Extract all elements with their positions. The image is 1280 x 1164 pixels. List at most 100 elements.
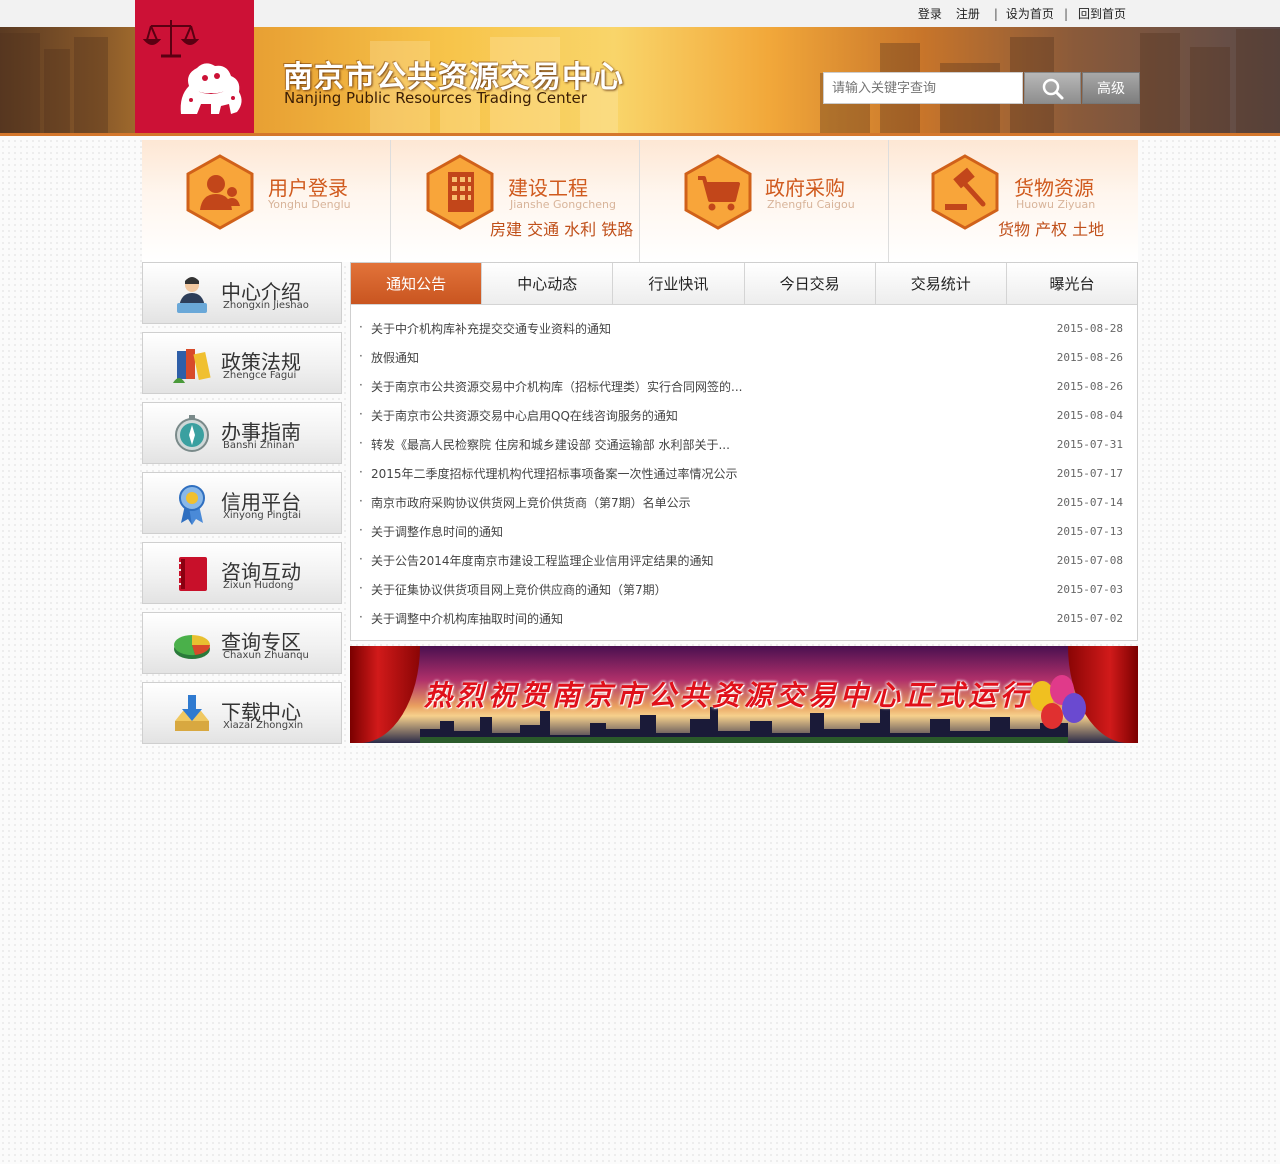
category-pinyin: Yonghu Denglu — [268, 198, 351, 211]
banner-slogan: 热烈祝贺南京市公共资源交易中心正式运行！ — [423, 679, 1064, 712]
category-title: 政府采购 — [765, 176, 845, 200]
news-date: 2015-07-17 — [1056, 467, 1123, 480]
back-home-link[interactable]: 回到首页 — [1078, 5, 1126, 22]
news-title-link[interactable]: 关于调整中介机构库抽取时间的通知 — [371, 610, 563, 627]
news-list: · 关于中介机构库补充提交交通专业资料的通知 2015-08-28 · 放假通知 201… — [351, 316, 1137, 635]
notebook-icon — [177, 557, 207, 591]
news-title-link[interactable]: 关于调整作息时间的通知 — [371, 523, 503, 540]
news-title-link[interactable]: 转发《最高人民检察院 住房和城乡建设部 交通运输部 水利部关于... — [371, 436, 730, 453]
sidebar-item-center-intro[interactable]: 中心介绍 Zhongxin Jieshao — [142, 262, 342, 324]
tab-exposure[interactable]: 曝光台 — [1007, 263, 1137, 304]
news-date: 2015-07-14 — [1056, 496, 1123, 509]
medal-icon — [179, 485, 205, 525]
news-date: 2015-08-26 — [1056, 351, 1123, 364]
category-title: 建设工程 — [508, 176, 588, 200]
list-item: · 关于南京市公共资源交易中介机构库（招标代理类）实行合同网签的... 2015-0… — [351, 374, 1137, 403]
balloons-icon — [1030, 675, 1086, 729]
category-title: 货物资源 — [1014, 176, 1094, 200]
news-date: 2015-07-03 — [1056, 583, 1123, 596]
bullet: · — [359, 523, 363, 537]
lion-emblem-icon — [180, 63, 242, 114]
search-input[interactable] — [823, 72, 1023, 104]
news-date: 2015-07-31 — [1056, 438, 1123, 451]
category-pinyin: Jianshe Gongcheng — [510, 198, 616, 211]
top-divider: | — [993, 6, 998, 21]
list-item: · 放假通知 2015-08-26 — [351, 345, 1137, 374]
set-home-link[interactable]: 设为首页 — [1006, 5, 1054, 22]
sidebar-item-pinyin: Chaxun Zhuanqu — [223, 650, 309, 661]
sidebar-item-pinyin: Zhengce Fagui — [223, 370, 297, 381]
register-link[interactable]: 注册 — [956, 5, 980, 22]
list-item: · 关于公告2014年度南京市建设工程监理企业信用评定结果的通知 2015-07-0… — [351, 548, 1137, 577]
bullet: · — [359, 378, 363, 392]
news-title-link[interactable]: 关于中介机构库补充提交交通专业资料的通知 — [371, 320, 611, 337]
tab-trade-stats[interactable]: 交易统计 — [876, 263, 1007, 304]
search-icon — [1042, 78, 1064, 100]
login-link[interactable]: 登录 — [918, 5, 942, 22]
search-button[interactable] — [1024, 72, 1081, 104]
bullet: · — [359, 436, 363, 450]
category-goods-resources[interactable]: 货物资源 Huowu Ziyuan 货物 产权 土地 — [889, 140, 1138, 262]
category-subitems: 房建 交通 水利 铁路 — [490, 220, 634, 239]
news-date: 2015-07-08 — [1056, 554, 1123, 567]
news-date: 2015-08-28 — [1056, 322, 1123, 335]
top-divider: | — [1063, 6, 1068, 21]
sidebar-item-guide[interactable]: 办事指南 Banshi Zhinan — [142, 402, 342, 464]
news-title-link[interactable]: 关于南京市公共资源交易中介机构库（招标代理类）实行合同网签的... — [371, 378, 742, 395]
sidebar-item-pinyin: Xiazai Zhongxin — [223, 720, 304, 731]
tab-center-news[interactable]: 中心动态 — [482, 263, 614, 304]
pie-chart-icon — [173, 635, 211, 659]
list-item: · 关于征集协议供货项目网上竞价供应商的通知（第7期） 2015-07-03 — [351, 577, 1137, 606]
advanced-search-button[interactable]: 高级 — [1082, 72, 1140, 104]
sidebar-item-download[interactable]: 下载中心 Xiazai Zhongxin — [142, 682, 342, 744]
list-item: · 关于南京市公共资源交易中心启用QQ在线咨询服务的通知 2015-08-04 — [351, 403, 1137, 432]
celebration-banner[interactable]: 热烈祝贺南京市公共资源交易中心正式运行！ — [350, 646, 1138, 743]
curtain-left — [350, 646, 420, 743]
sidebar-item-pinyin: Zhongxin Jieshao — [223, 300, 309, 311]
tab-notices[interactable]: 通知公告 — [351, 263, 483, 304]
news-date: 2015-07-13 — [1056, 525, 1123, 538]
bullet: · — [359, 581, 363, 595]
category-pinyin: Zhengfu Caigou — [767, 198, 855, 211]
bullet: · — [359, 610, 363, 624]
bullet: · — [359, 465, 363, 479]
user-icon — [186, 154, 254, 230]
compass-icon — [175, 415, 209, 452]
category-title: 用户登录 — [268, 176, 348, 200]
news-title-link[interactable]: 放假通知 — [371, 349, 419, 366]
site-logo[interactable] — [135, 0, 254, 133]
category-construction[interactable]: 建设工程 Jianshe Gongcheng 房建 交通 水利 铁路 — [391, 140, 640, 262]
news-date: 2015-08-26 — [1056, 380, 1123, 393]
sidebar-item-pinyin: Zixun Hudong — [223, 580, 294, 591]
bullet: · — [359, 494, 363, 508]
news-title-link[interactable]: 南京市政府采购协议供货网上竞价供货商（第7期）名单公示 — [371, 494, 691, 511]
news-date: 2015-07-02 — [1056, 612, 1123, 625]
sidebar-item-credit[interactable]: 信用平台 Xinyong Pingtai — [142, 472, 342, 534]
category-row: 用户登录 Yonghu Denglu 建设工程 Jianshe Gongchen… — [142, 140, 1138, 262]
category-user-login[interactable]: 用户登录 Yonghu Denglu — [142, 140, 391, 262]
books-icon — [173, 349, 211, 383]
category-government-procurement[interactable]: 政府采购 Zhengfu Caigou — [640, 140, 889, 262]
bullet: · — [359, 552, 363, 566]
news-title-link[interactable]: 关于公告2014年度南京市建设工程监理企业信用评定结果的通知 — [371, 552, 714, 569]
cart-icon — [684, 154, 752, 230]
scales-icon — [143, 20, 199, 58]
bullet: · — [359, 320, 363, 334]
news-title-link[interactable]: 关于征集协议供货项目网上竞价供应商的通知（第7期） — [371, 581, 667, 598]
building-icon — [426, 154, 494, 230]
list-item: · 关于中介机构库补充提交交通专业资料的通知 2015-08-28 — [351, 316, 1137, 345]
sidebar-item-query[interactable]: 查询专区 Chaxun Zhuanqu — [142, 612, 342, 674]
news-title-link[interactable]: 关于南京市公共资源交易中心启用QQ在线咨询服务的通知 — [371, 407, 678, 424]
header-divider — [0, 133, 1280, 136]
sidebar-item-policies[interactable]: 政策法规 Zhengce Fagui — [142, 332, 342, 394]
download-icon — [175, 695, 209, 731]
sidebar-item-consult[interactable]: 咨询互动 Zixun Hudong — [142, 542, 342, 604]
top-links: 登录 注册 | 设为首页 | 回到首页 — [918, 0, 1126, 27]
bullet: · — [359, 349, 363, 363]
sidebar-item-pinyin: Xinyong Pingtai — [223, 510, 301, 521]
tab-today-trades[interactable]: 今日交易 — [745, 263, 876, 304]
gavel-icon — [931, 154, 999, 230]
tab-industry-news[interactable]: 行业快讯 — [613, 263, 745, 304]
list-item: · 2015年二季度招标代理机构代理招标事项备案一次性通过率情况公示 2015-07… — [351, 461, 1137, 490]
news-title-link[interactable]: 2015年二季度招标代理机构代理招标事项备案一次性通过率情况公示 — [371, 465, 738, 482]
